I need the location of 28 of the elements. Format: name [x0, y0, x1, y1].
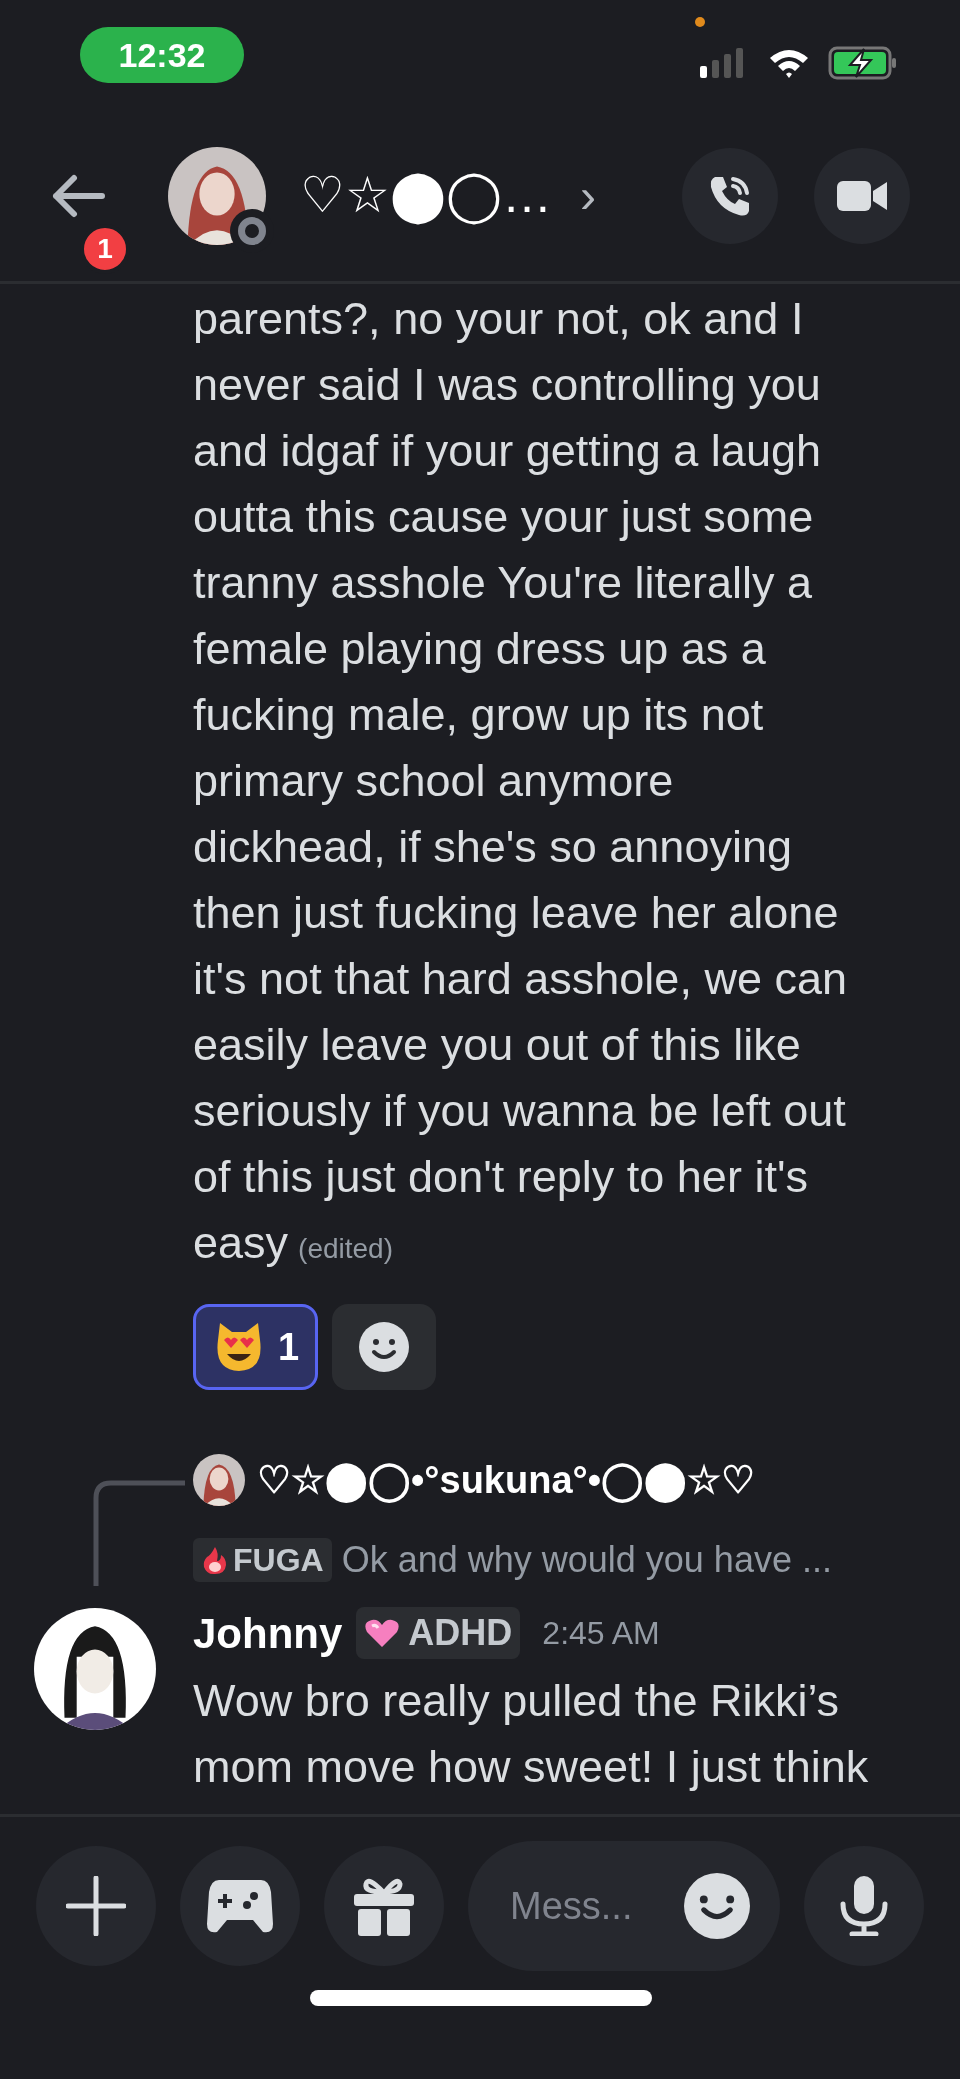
reply-preview[interactable]: Ok and why would you have ... — [341, 1533, 832, 1587]
role-tag-text: FUGA — [233, 1541, 324, 1580]
heart-icon — [364, 1618, 401, 1648]
author-name[interactable]: Johnny — [193, 1601, 343, 1665]
reply-author[interactable]: ♡☆⬤◯•°sukuna°•◯⬤☆♡ — [257, 1451, 756, 1509]
time-pill: 12:32 — [80, 27, 244, 83]
edited-label: (edited) — [298, 1232, 393, 1266]
gamepad-icon — [207, 1878, 273, 1934]
emoji-icon[interactable] — [684, 1873, 750, 1939]
chevron-icon[interactable]: › — [580, 159, 596, 232]
smiley-icon — [359, 1322, 410, 1372]
flame-icon — [201, 1545, 229, 1575]
battery-charging-icon — [828, 46, 898, 80]
microphone-icon — [840, 1876, 888, 1936]
plus-icon — [66, 1876, 126, 1936]
add-reaction-button[interactable] — [332, 1304, 437, 1390]
message-text: Wow bro really pulled the Rikki’s mom move how sweet! I just think — [193, 1674, 869, 1794]
message-input[interactable]: Mess... — [510, 1877, 670, 1935]
back-arrow-icon — [50, 173, 106, 218]
avatar[interactable] — [193, 1454, 245, 1506]
channel-title[interactable]: ♡☆⬤◯… — [300, 158, 552, 233]
gift-icon — [354, 1876, 414, 1936]
wifi-icon — [768, 47, 810, 79]
message-text: easy — [193, 1216, 289, 1270]
timestamp: 2:45 AM — [542, 1614, 660, 1653]
video-camera-icon — [837, 178, 887, 213]
reaction-chip[interactable]: 1 — [193, 1304, 319, 1390]
role-tag-text: ADHD — [408, 1611, 513, 1655]
